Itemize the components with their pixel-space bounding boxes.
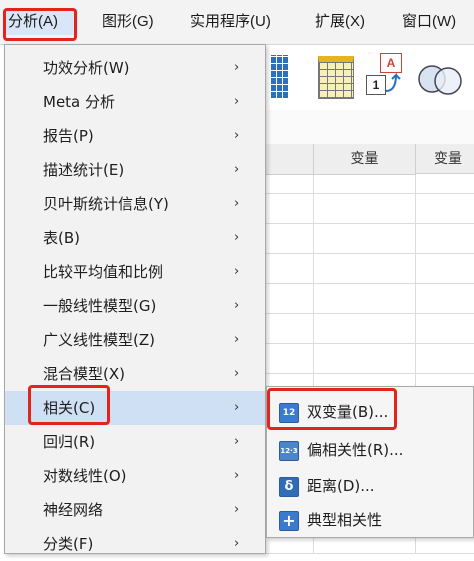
- distances-icon: δ: [279, 477, 299, 497]
- analyze-menu: 功效分析(W) › Meta 分析 › 报告(P) › 描述统计(E) › 贝叶斯统计信…: [4, 44, 266, 554]
- submenu-item-label: 距离(D)...: [307, 477, 375, 495]
- chevron-right-icon: ›: [234, 536, 240, 551]
- submenu-item-canonical[interactable]: + 典型相关性: [267, 503, 473, 537]
- column-header[interactable]: 变量: [416, 144, 474, 174]
- chevron-right-icon: ›: [234, 502, 240, 517]
- data-view-icon[interactable]: [270, 55, 288, 99]
- value-label-letter: A: [380, 53, 402, 73]
- column-header[interactable]: 变量: [314, 144, 416, 175]
- chevron-right-icon: ›: [234, 434, 240, 449]
- highlight-correlate: [28, 385, 110, 425]
- menu-item-classify[interactable]: 分类(F) ›: [5, 527, 265, 553]
- menu-item-general-linear-model[interactable]: 一般线性模型(G) ›: [5, 289, 265, 323]
- menu-item-label: 表(B): [43, 229, 80, 247]
- menu-item-label: 报告(P): [43, 127, 94, 145]
- menu-item-label: 神经网络: [43, 501, 104, 519]
- toolbar: A 1: [266, 45, 474, 109]
- menu-utilities[interactable]: 实用程序(U): [190, 9, 271, 35]
- spreadsheet-icon[interactable]: [318, 56, 354, 99]
- menu-extensions[interactable]: 扩展(X): [315, 9, 365, 35]
- menu-item-label: 比较平均值和比例: [43, 263, 164, 281]
- chevron-right-icon: ›: [234, 366, 240, 381]
- menu-item-meta-analysis[interactable]: Meta 分析 ›: [5, 85, 265, 119]
- menu-item-label: 一般线性模型(G): [43, 297, 157, 315]
- menu-item-descriptive-statistics[interactable]: 描述统计(E) ›: [5, 153, 265, 187]
- menu-item-label: 广义线性模型(Z): [43, 331, 155, 349]
- menu-item-compare-means[interactable]: 比较平均值和比例 ›: [5, 255, 265, 289]
- submenu-item-partial[interactable]: 12·3 偏相关性(R)...: [267, 433, 473, 467]
- chevron-right-icon: ›: [234, 94, 240, 109]
- chevron-right-icon: ›: [234, 60, 240, 75]
- chevron-right-icon: ›: [234, 264, 240, 279]
- menu-item-label: 对数线性(O): [43, 467, 127, 485]
- menu-window[interactable]: 窗口(W): [402, 9, 456, 35]
- menu-item-regression[interactable]: 回归(R) ›: [5, 425, 265, 459]
- canonical-correlation-icon: +: [279, 511, 299, 531]
- menu-item-bayesian-statistics[interactable]: 贝叶斯统计信息(Y) ›: [5, 187, 265, 221]
- menu-item-neural-networks[interactable]: 神经网络 ›: [5, 493, 265, 527]
- column-header-partial[interactable]: [266, 144, 314, 175]
- menu-item-power-analysis[interactable]: 功效分析(W) ›: [5, 51, 265, 85]
- sheet-cell-editor: [266, 110, 474, 145]
- chevron-right-icon: ›: [234, 298, 240, 313]
- menu-item-label: 分类(F): [43, 535, 94, 553]
- submenu-item-label: 偏相关性(R)...: [307, 441, 404, 459]
- menu-item-label: 描述统计(E): [43, 161, 125, 179]
- value-label-badge: 1: [366, 75, 386, 95]
- highlight-analyze: [3, 8, 77, 41]
- chevron-right-icon: ›: [234, 332, 240, 347]
- highlight-bivariate: [267, 388, 397, 430]
- menu-graphs[interactable]: 图形(G): [102, 9, 154, 35]
- menu-item-reports[interactable]: 报告(P) ›: [5, 119, 265, 153]
- value-labels-icon[interactable]: A 1: [366, 53, 406, 99]
- chevron-right-icon: ›: [234, 400, 240, 415]
- partial-correlation-icon: 12·3: [279, 441, 299, 461]
- arrow-icon: [385, 72, 401, 92]
- chevron-right-icon: ›: [234, 468, 240, 483]
- menu-item-generalized-linear-models[interactable]: 广义线性模型(Z) ›: [5, 323, 265, 357]
- chevron-right-icon: ›: [234, 196, 240, 211]
- menu-item-label: 回归(R): [43, 433, 96, 451]
- submenu-item-distances[interactable]: δ 距离(D)...: [267, 469, 473, 503]
- chevron-right-icon: ›: [234, 128, 240, 143]
- use-sets-icon[interactable]: [416, 57, 466, 97]
- menu-item-loglinear[interactable]: 对数线性(O) ›: [5, 459, 265, 493]
- submenu-item-label: 典型相关性: [307, 511, 383, 529]
- menu-item-label: 功效分析(W): [43, 59, 130, 77]
- menu-item-tables[interactable]: 表(B) ›: [5, 221, 265, 255]
- menu-item-label: 贝叶斯统计信息(Y): [43, 195, 169, 213]
- chevron-right-icon: ›: [234, 230, 240, 245]
- menu-item-label: Meta 分析: [43, 93, 116, 111]
- chevron-right-icon: ›: [234, 162, 240, 177]
